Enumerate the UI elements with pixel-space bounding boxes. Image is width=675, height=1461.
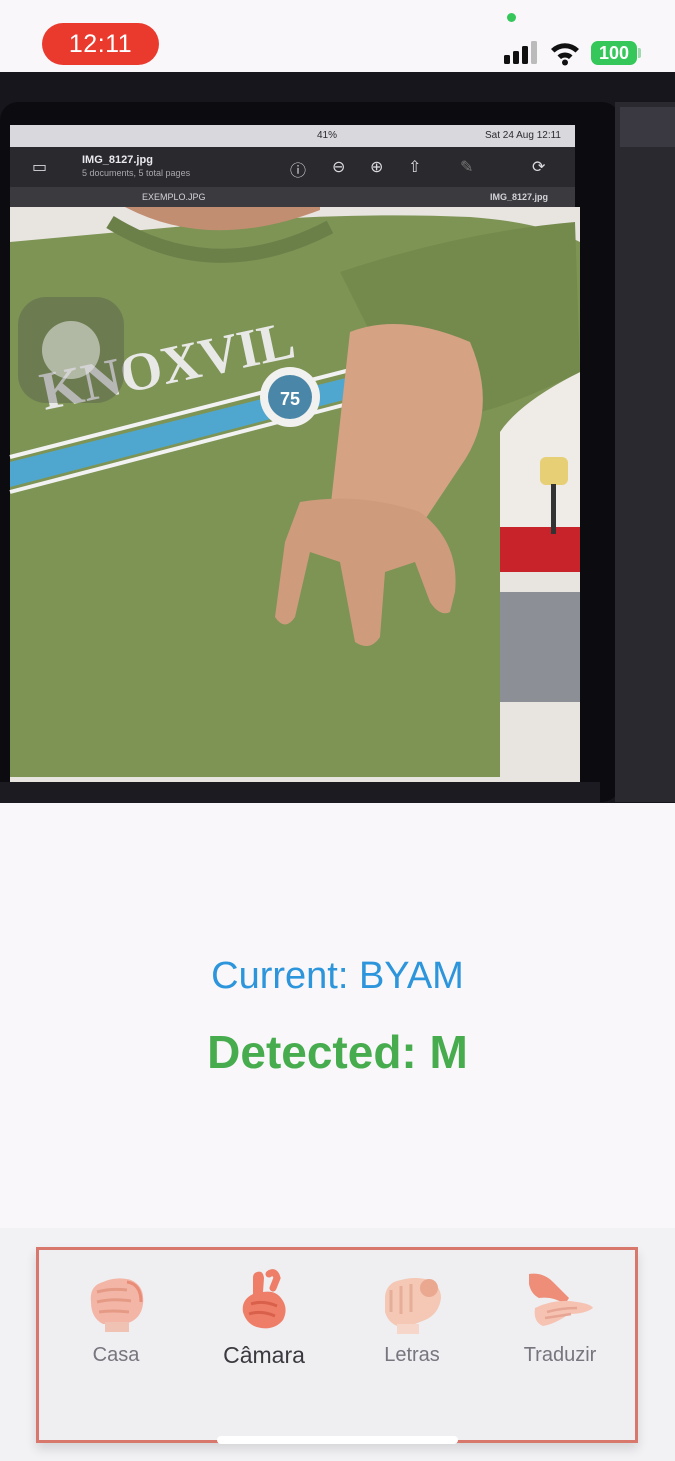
home-indicator[interactable] (217, 1436, 458, 1444)
nav-item-camara[interactable]: Câmara (199, 1268, 329, 1378)
rotate-icon: ⟳ (532, 159, 546, 176)
nav-item-casa[interactable]: Casa (51, 1268, 181, 1378)
screen-menubar: 41% Sat 24 Aug 12:11 (10, 125, 575, 147)
screen-tab-img: IMG_8127.jpg (490, 192, 549, 202)
status-time[interactable]: 12:11 (42, 23, 159, 65)
screen-menubar-battery: 41% (317, 130, 338, 141)
markup-icon: ✎ (460, 159, 474, 176)
zoom-out-icon: ⊖ (332, 159, 346, 176)
translate-hands-icon (529, 1273, 593, 1326)
nav-label-traduzir: Traduzir (523, 1344, 597, 1366)
pointing-hand-icon (242, 1269, 286, 1329)
status-bar: 12:11 100 (0, 0, 675, 72)
battery-tip (638, 48, 641, 58)
share-icon: ⇧ (408, 159, 422, 176)
battery-indicator: 100 (591, 41, 637, 65)
camera-indicator-dot (507, 13, 516, 22)
screen-file-title: IMG_8127.jpg (82, 154, 153, 166)
detected-letter-label: Detected: M (207, 1026, 468, 1078)
nav-label-camara: Câmara (223, 1342, 305, 1368)
nav-label-letras: Letras (384, 1344, 440, 1366)
screen-menubar-datetime: Sat 24 Aug 12:11 (485, 130, 561, 141)
cellular-signal-icon (504, 41, 537, 64)
camera-preview: 75 KNOXVIL 41% Sat 24 Aug 12:11 ▭ IMG_81… (0, 72, 675, 803)
zoom-in-icon: ⊕ (370, 159, 384, 176)
sidebar-icon: ▭ (32, 159, 48, 176)
assistive-touch-button[interactable] (18, 297, 124, 403)
screen-file-subtitle: 5 documents, 5 total pages (82, 168, 191, 178)
info-icon: ⓘ (290, 163, 307, 180)
wifi-icon (551, 43, 579, 66)
screen-tab-exemplo: EXEMPLO.JPG (142, 192, 206, 202)
fist-hand-icon (90, 1278, 144, 1332)
bottom-navigation-bar: Casa Câmara Letras Traduzir (36, 1247, 638, 1443)
screen-tab-bar: EXEMPLO.JPG IMG_8127.jpg (10, 187, 575, 207)
letter-sign-hand-icon (385, 1278, 441, 1334)
shirt-badge-number: 75 (280, 389, 300, 409)
nav-label-casa: Casa (92, 1344, 140, 1366)
nav-item-traduzir[interactable]: Traduzir (495, 1268, 625, 1378)
screen-preview-toolbar: ▭ IMG_8127.jpg 5 documents, 5 total page… (10, 147, 575, 187)
nav-item-letras[interactable]: Letras (347, 1268, 477, 1378)
current-word-label: Current: BYAM (211, 955, 464, 997)
